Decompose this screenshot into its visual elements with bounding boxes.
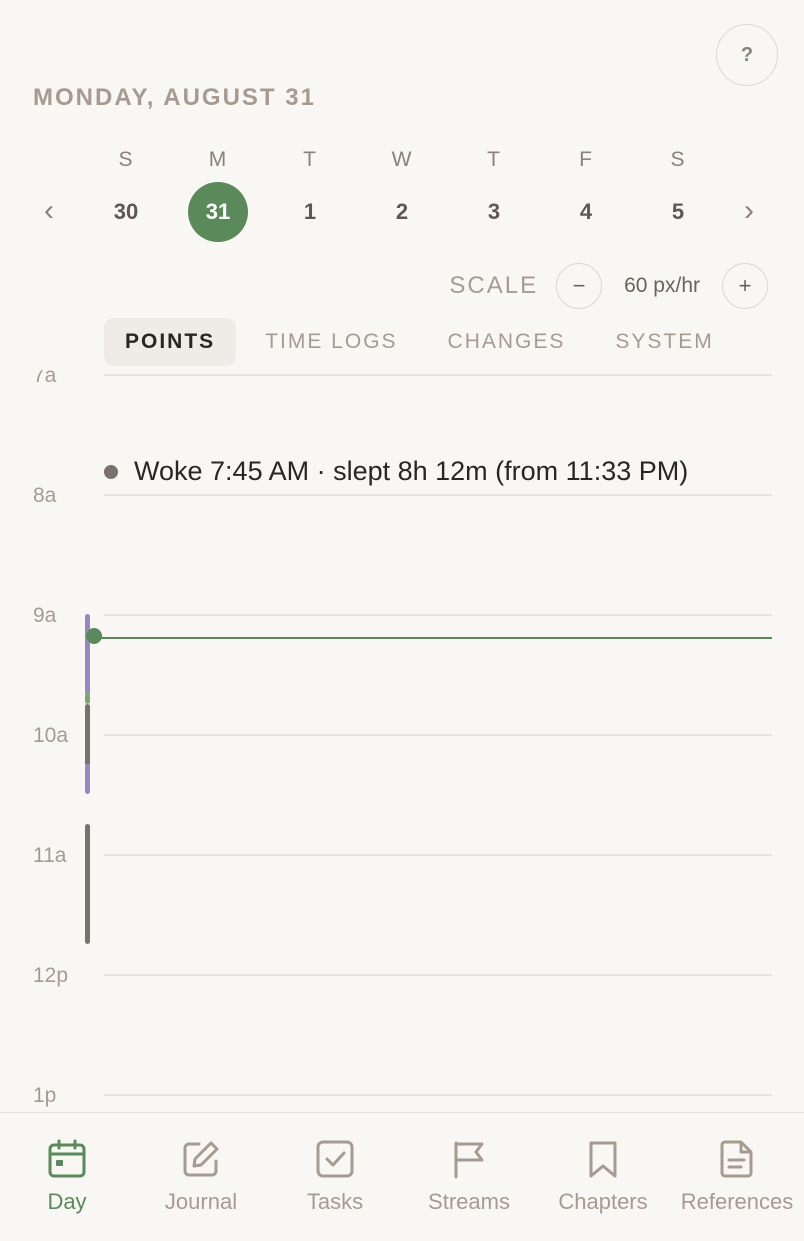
- flag-icon: [454, 1141, 484, 1179]
- help-button[interactable]: ?: [716, 24, 778, 86]
- view-tabs: POINTS TIME LOGS CHANGES SYSTEM: [104, 318, 743, 366]
- current-time-line: [94, 637, 772, 639]
- current-time-dot: [86, 628, 102, 644]
- weekday-label: T: [487, 148, 501, 171]
- wake-event-text: Woke 7:45 AM · slept 8h 12m (from 11:33 …: [134, 456, 689, 486]
- weekday-label: M: [208, 148, 228, 171]
- hour-label: 8a: [33, 484, 57, 507]
- calendar-icon: [48, 1139, 86, 1178]
- nav-label: References: [680, 1189, 794, 1214]
- tab-time-logs[interactable]: TIME LOGS: [244, 318, 418, 366]
- tab-points[interactable]: POINTS: [104, 318, 237, 366]
- scale-label: SCALE: [449, 272, 539, 299]
- hour-label: 10a: [33, 724, 69, 747]
- bookmark-icon: [589, 1141, 617, 1178]
- hour-line: [104, 614, 772, 616]
- scale-control: SCALE − 60 px/hr +: [449, 262, 768, 310]
- weekday-label: W: [391, 148, 413, 171]
- day-button-3[interactable]: 3: [464, 182, 524, 242]
- hour-line: [104, 1094, 772, 1096]
- checkbox-icon: [316, 1140, 354, 1178]
- document-icon: [720, 1140, 753, 1178]
- nav-label: Day: [47, 1189, 87, 1214]
- prev-week-button[interactable]: ‹: [44, 196, 54, 226]
- hour-line: [104, 374, 772, 376]
- hour-label: 9a: [33, 604, 57, 627]
- nav-streams[interactable]: Streams: [402, 1139, 536, 1215]
- nav-references[interactable]: References: [670, 1139, 804, 1215]
- week-strip: ‹ › S M T W T F S 30 31 1 2 3 4 5: [0, 140, 804, 260]
- nav-chapters[interactable]: Chapters: [536, 1139, 670, 1215]
- hour-label: 7a: [33, 370, 57, 387]
- nav-day[interactable]: Day: [0, 1139, 134, 1215]
- hour-label: 11a: [33, 844, 67, 867]
- day-timeline[interactable]: 7a 8a 9a 10a 11a 12p 1p Woke 7:45 AM · s…: [0, 370, 804, 1112]
- weekday-label: S: [118, 148, 134, 171]
- wake-event[interactable]: Woke 7:45 AM · slept 8h 12m (from 11:33 …: [104, 456, 688, 487]
- date-heading: MONDAY, AUGUST 31: [33, 84, 316, 111]
- next-week-button[interactable]: ›: [744, 196, 754, 226]
- hour-line: [104, 974, 772, 976]
- weekday-label: T: [303, 148, 317, 171]
- day-button-31-selected[interactable]: 31: [188, 182, 248, 242]
- time-log-bar[interactable]: [85, 692, 90, 704]
- hour-line: [104, 854, 772, 856]
- time-log-bar[interactable]: [85, 704, 90, 766]
- nav-tasks[interactable]: Tasks: [268, 1139, 402, 1215]
- day-button-1[interactable]: 1: [280, 182, 340, 242]
- weekday-label: S: [670, 148, 686, 171]
- scale-increase-button[interactable]: +: [722, 263, 768, 309]
- scale-value: 60 px/hr: [624, 274, 700, 297]
- nav-label: Journal: [164, 1189, 238, 1214]
- nav-label: Streams: [428, 1189, 510, 1214]
- hour-label: 1p: [33, 1084, 57, 1107]
- time-log-bar[interactable]: [85, 614, 90, 694]
- day-button-4[interactable]: 4: [556, 182, 616, 242]
- day-button-5[interactable]: 5: [648, 182, 708, 242]
- tab-system[interactable]: SYSTEM: [594, 318, 734, 366]
- day-button-2[interactable]: 2: [372, 182, 432, 242]
- nav-journal[interactable]: Journal: [134, 1139, 268, 1215]
- hour-label: 12p: [33, 964, 69, 987]
- edit-icon: [183, 1141, 219, 1177]
- event-dot: [104, 464, 118, 479]
- tab-changes[interactable]: CHANGES: [427, 318, 587, 366]
- time-log-bar[interactable]: [85, 764, 90, 794]
- time-log-bar[interactable]: [85, 824, 90, 944]
- bottom-nav: Day Journal Tasks Streams Chapters Refer…: [0, 1112, 804, 1241]
- nav-label: Tasks: [306, 1189, 364, 1214]
- hour-line: [104, 734, 772, 736]
- nav-label: Chapters: [558, 1189, 648, 1214]
- scale-decrease-button[interactable]: −: [556, 263, 603, 309]
- hour-line: [104, 494, 772, 496]
- day-button-30[interactable]: 30: [96, 182, 156, 242]
- weekday-label: F: [579, 148, 593, 171]
